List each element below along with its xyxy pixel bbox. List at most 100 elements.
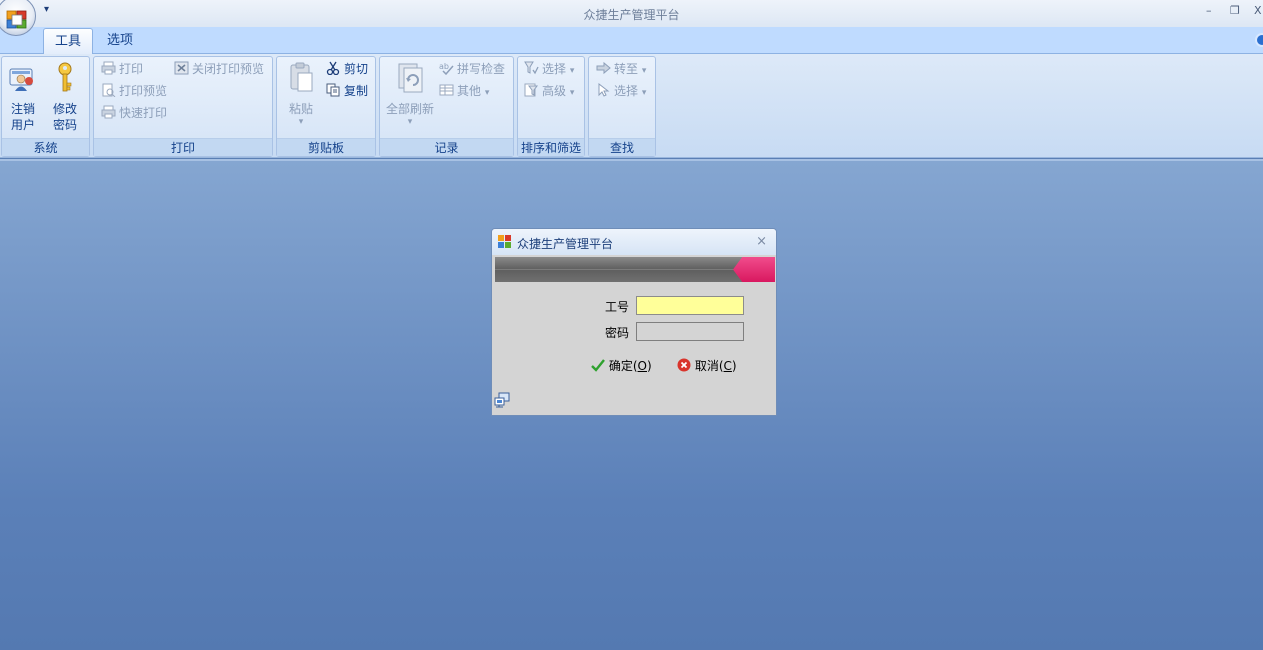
quick-print-button[interactable]: 快速打印	[101, 103, 167, 123]
login-dialog: 众捷生产管理平台 × 工号 密码 确定(O) 取消(C)	[491, 228, 777, 416]
ok-label: 确定	[608, 359, 633, 373]
svg-text:ab: ab	[439, 62, 449, 71]
group-clipboard: 粘贴 ▾ 剪切 复制 剪贴板	[276, 56, 376, 157]
group-records: 全部刷新 ▾ ab 拼写检查 其他 ▾ 记录	[379, 56, 514, 157]
banner-accent	[733, 257, 775, 282]
close-print-preview-label: 关闭打印预览	[192, 62, 265, 76]
dialog-title-bar[interactable]: 众捷生产管理平台 ×	[492, 229, 776, 255]
find-select-label: 选择	[614, 84, 639, 98]
table-icon	[439, 84, 454, 96]
dialog-banner	[495, 257, 775, 282]
find-select-dropdown-icon: ▾	[641, 88, 647, 98]
group-system-label: 系统	[2, 138, 89, 156]
cut-label: 剪切	[344, 62, 369, 76]
cancel-label: 取消	[694, 359, 719, 373]
print-preview-label: 打印预览	[119, 84, 168, 98]
user-id-label: 工号	[605, 300, 630, 314]
advanced-filter-button[interactable]: 高级 ▾	[524, 81, 574, 101]
filter-select-label: 选择	[542, 62, 567, 76]
goto-label: 转至	[614, 62, 639, 76]
printer-icon	[101, 61, 116, 75]
advanced-filter-icon	[524, 83, 538, 97]
quick-print-label: 快速打印	[119, 106, 168, 120]
ribbon: 注销 用户 修改 密码 系统 打印 打印预览 快速打印 关闭打印预览 打印 粘贴…	[0, 54, 1263, 158]
goto-button[interactable]: 转至 ▾	[596, 59, 646, 79]
close-button[interactable]: X	[1254, 4, 1262, 17]
change-password-label-2: 密码	[52, 118, 77, 132]
print-button[interactable]: 打印	[101, 59, 143, 79]
key-icon	[58, 62, 72, 92]
paste-dropdown-icon[interactable]: ▾	[282, 117, 320, 127]
logout-user-button[interactable]: 注销 用户	[5, 61, 41, 133]
window-title: 众捷生产管理平台	[583, 8, 680, 22]
password-label: 密码	[605, 326, 630, 340]
title-bar: ▾ 众捷生产管理平台 – ❐ X	[0, 0, 1263, 36]
restore-button[interactable]: ❐	[1230, 4, 1240, 17]
minimize-button[interactable]: –	[1206, 4, 1212, 17]
filter-select-dropdown-icon: ▾	[569, 66, 575, 76]
scissors-icon	[326, 61, 340, 75]
group-find: 转至 ▾ 选择 ▾ 查找	[588, 56, 656, 157]
tab-options[interactable]: 选项	[96, 28, 144, 54]
copy-label: 复制	[344, 84, 369, 98]
paste-button[interactable]: 粘贴 ▾	[282, 61, 320, 127]
office-logo-icon	[6, 10, 27, 29]
spell-check-button[interactable]: ab 拼写检查	[439, 59, 505, 79]
refresh-icon	[398, 63, 423, 93]
advanced-filter-label: 高级	[542, 84, 567, 98]
other-button[interactable]: 其他 ▾	[439, 81, 489, 101]
refresh-dropdown-icon[interactable]: ▾	[384, 117, 436, 127]
arrow-right-icon	[596, 61, 611, 75]
office-button[interactable]	[0, 0, 36, 40]
quick-print-icon	[101, 105, 116, 119]
logout-user-icon	[9, 68, 33, 91]
group-print-label: 打印	[94, 138, 272, 156]
app-icon	[498, 235, 511, 248]
filter-icon	[524, 61, 539, 75]
cut-button[interactable]: 剪切	[326, 59, 368, 79]
cursor-icon	[598, 83, 610, 97]
paste-icon	[290, 62, 313, 92]
cancel-icon	[677, 358, 691, 372]
group-find-label: 查找	[589, 138, 655, 156]
print-preview-icon	[102, 83, 116, 97]
cancel-button[interactable]: 取消(C)	[677, 357, 737, 374]
tab-tools[interactable]: 工具	[43, 28, 94, 54]
print-label: 打印	[119, 62, 144, 76]
group-sort-filter-label: 排序和筛选	[518, 138, 584, 156]
spell-check-label: 拼写检查	[457, 62, 506, 76]
change-password-button[interactable]: 修改 密码	[47, 61, 83, 133]
paste-label: 粘贴	[288, 102, 313, 116]
logout-label-1: 注销	[10, 102, 35, 116]
filter-select-button[interactable]: 选择 ▾	[524, 59, 574, 79]
close-preview-icon	[174, 61, 189, 75]
other-label: 其他	[457, 84, 482, 98]
group-clipboard-label: 剪贴板	[277, 138, 375, 156]
ribbon-tab-row: 工具 选项	[0, 27, 1263, 54]
group-records-label: 记录	[380, 138, 513, 156]
copy-button[interactable]: 复制	[326, 81, 368, 101]
ok-button[interactable]: 确定(O)	[591, 357, 652, 374]
find-select-button[interactable]: 选择 ▾	[596, 81, 646, 101]
logout-label-2: 用户	[10, 118, 35, 132]
network-settings-icon[interactable]	[494, 392, 510, 408]
dialog-title: 众捷生产管理平台	[517, 237, 614, 251]
spell-check-icon: ab	[439, 62, 454, 75]
copy-icon	[326, 83, 340, 97]
help-icon[interactable]	[1255, 33, 1263, 47]
refresh-all-label: 全部刷新	[385, 102, 434, 116]
user-id-input[interactable]	[636, 296, 744, 315]
refresh-all-button[interactable]: 全部刷新 ▾	[384, 61, 436, 127]
advanced-filter-dropdown-icon: ▾	[569, 88, 575, 98]
dialog-close-icon[interactable]: ×	[756, 234, 767, 249]
goto-dropdown-icon: ▾	[641, 66, 647, 76]
other-dropdown-icon: ▾	[484, 88, 490, 98]
change-password-label-1: 修改	[52, 102, 77, 116]
group-print: 打印 打印预览 快速打印 关闭打印预览 打印	[93, 56, 273, 157]
ok-hotkey: O	[637, 359, 647, 373]
close-print-preview-button[interactable]: 关闭打印预览	[174, 59, 264, 79]
print-preview-button[interactable]: 打印预览	[101, 81, 167, 101]
check-icon	[591, 359, 605, 372]
cancel-hotkey: C	[723, 359, 732, 373]
password-input[interactable]	[636, 322, 744, 341]
